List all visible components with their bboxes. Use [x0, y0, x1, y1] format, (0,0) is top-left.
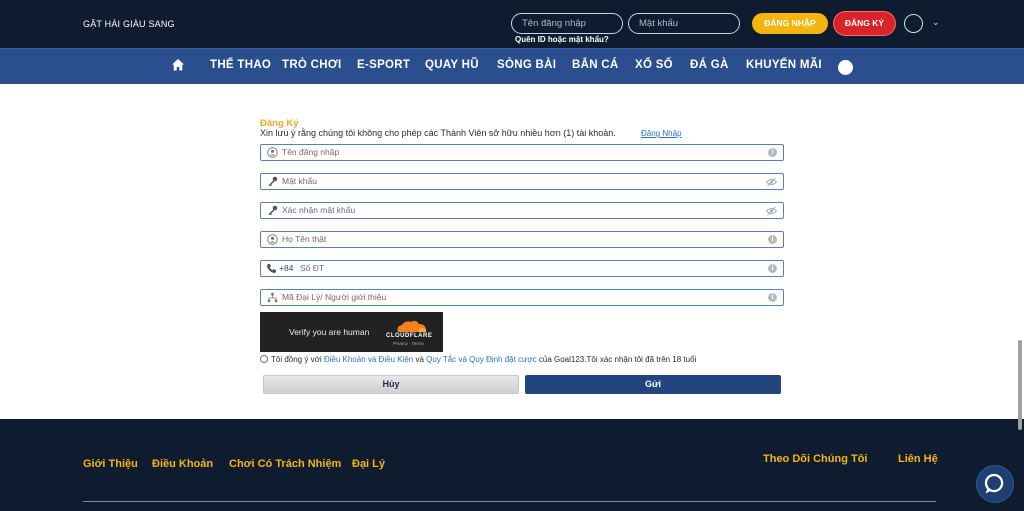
info-icon: i	[768, 264, 777, 273]
eye-off-icon[interactable]	[766, 206, 777, 216]
nav-casino[interactable]: SÒNG BÀI	[497, 59, 556, 71]
footer: Giới Thiệu Điều Khoản Chơi Có Trách Nhiệ…	[0, 419, 1024, 511]
notice-text: Xin lưu ý rằng chúng tôi không cho phép …	[260, 128, 616, 138]
login-button[interactable]: ĐĂNG NHẬP	[752, 13, 828, 34]
footer-about-link[interactable]: Giới Thiệu	[83, 458, 138, 470]
home-icon[interactable]	[171, 58, 185, 72]
username-input[interactable]: Tên đăng nhập	[511, 13, 623, 34]
register-password-field[interactable]: Mật khẩu	[260, 173, 784, 190]
info-icon: i	[768, 148, 777, 157]
register-button[interactable]: ĐĂNG KÝ	[834, 12, 895, 35]
agree-suffix: của Goal123.Tôi xác nhận tôi đã trên 18 …	[538, 355, 697, 364]
phone-field[interactable]: +84 Số ĐT i	[260, 260, 784, 277]
phone-icon	[266, 264, 276, 274]
nav-lottery[interactable]: XỔ SỐ	[635, 59, 673, 71]
user-icon	[267, 234, 278, 245]
nav-games[interactable]: TRÒ CHƠI	[282, 59, 341, 71]
nav-cockfight[interactable]: ĐÁ GÀ	[690, 59, 729, 71]
chevron-down-icon[interactable]: ⌄	[932, 17, 940, 28]
page-scrollbar[interactable]	[1016, 0, 1024, 511]
scrollbar-thumb[interactable]	[1018, 340, 1022, 430]
agent-network-icon	[267, 292, 278, 303]
field-placeholder: Tên đăng nhập	[282, 147, 340, 157]
info-icon: i	[768, 293, 777, 302]
footer-contact: Liên Hệ	[898, 453, 938, 465]
cloudflare-cloud-icon	[397, 320, 427, 332]
nav-promotions[interactable]: KHUYẾN MÃI	[746, 59, 822, 71]
footer-responsible-gaming-link[interactable]: Chơi Có Trách Nhiệm	[229, 458, 341, 470]
agree-prefix: Tôi đồng ý với	[271, 355, 322, 364]
confirm-password-field[interactable]: Xác nhận mật khẩu	[260, 202, 784, 219]
nav-esport[interactable]: E-SPORT	[357, 59, 410, 71]
brand-slogan: GẶT HÁI GIÀU SANG	[83, 19, 175, 29]
footer-follow-us: Theo Dõi Chúng Tôi	[763, 453, 868, 465]
cloudflare-logo: CLOUDFLARE	[386, 333, 433, 339]
nav-sports[interactable]: THỂ THAO	[210, 59, 271, 71]
info-icon: i	[768, 235, 777, 244]
field-placeholder: Mã Đại Lý/ Người giới thiệu	[282, 292, 387, 302]
forgot-credentials-link[interactable]: Quên ID hoặc mật khẩu?	[515, 35, 609, 44]
register-username-field[interactable]: Tên đăng nhập i	[260, 144, 784, 161]
top-header: GẶT HÁI GIÀU SANG Tên đăng nhập Mật khẩu…	[0, 0, 1024, 48]
field-placeholder: Mật khẩu	[282, 176, 317, 186]
fullname-field[interactable]: Họ Tên thật i	[260, 231, 784, 248]
agree-and: và	[415, 355, 424, 364]
main-nav: THỂ THAO TRÒ CHƠI E-SPORT QUAY HŨ SÒNG B…	[0, 48, 1024, 84]
agree-radio[interactable]	[260, 355, 268, 363]
referral-code-field[interactable]: Mã Đại Lý/ Người giới thiệu i	[260, 289, 784, 306]
rules-link[interactable]: Quy Tắc và Quy Định đặt cược	[426, 355, 537, 364]
footer-divider	[83, 501, 936, 502]
live-chat-button[interactable]	[976, 465, 1014, 503]
field-placeholder: Họ Tên thật	[282, 234, 327, 244]
captcha-text: Verify you are human	[289, 327, 370, 337]
terms-link[interactable]: Điều Khoản và Điều Kiện	[324, 355, 413, 364]
captcha-links[interactable]: Privacy · Terms	[393, 341, 424, 346]
chat-bubble-icon	[984, 473, 1004, 494]
cancel-button[interactable]: Hủy	[263, 375, 519, 394]
eye-off-icon[interactable]	[766, 177, 777, 187]
password-input[interactable]: Mật khẩu	[628, 13, 740, 34]
field-placeholder: Xác nhận mật khẩu	[282, 205, 356, 215]
key-icon	[268, 176, 278, 187]
nav-extra-icon[interactable]	[838, 60, 853, 75]
cloudflare-captcha[interactable]: Verify you are human CLOUDFLARE Privacy …	[260, 312, 443, 352]
nav-fishing[interactable]: BẮN CÁ	[572, 59, 619, 71]
login-link[interactable]: Đăng Nhập	[641, 129, 681, 138]
submit-button[interactable]: Gửi	[525, 375, 781, 394]
user-icon	[267, 147, 278, 158]
language-flag-icon[interactable]	[904, 14, 923, 33]
footer-agent-link[interactable]: Đại Lý	[352, 458, 385, 470]
footer-terms-link[interactable]: Điều Khoản	[152, 458, 213, 470]
field-placeholder: Số ĐT	[300, 263, 325, 273]
terms-agreement: Tôi đồng ý với Điều Khoản và Điều Kiện v…	[260, 355, 696, 364]
phone-country-code[interactable]: +84	[279, 263, 293, 273]
key-icon	[268, 205, 278, 216]
nav-slots[interactable]: QUAY HŨ	[425, 59, 479, 71]
